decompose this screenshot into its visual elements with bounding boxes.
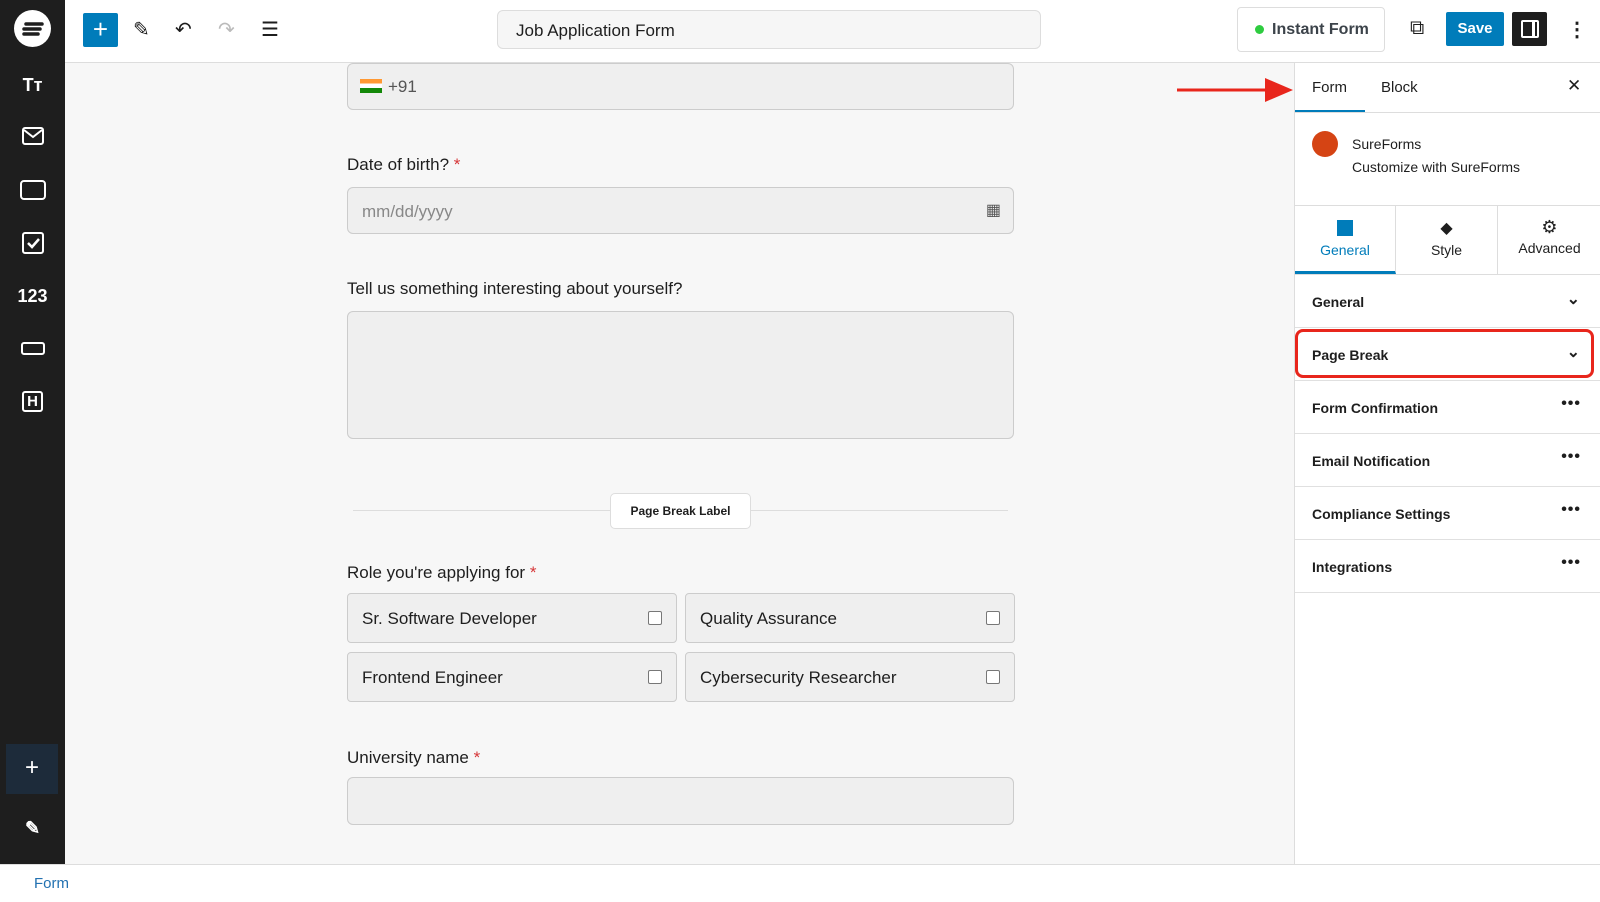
section-email-notification[interactable]: Email Notification ••• xyxy=(1295,434,1600,487)
email-field-icon[interactable] xyxy=(0,127,65,150)
form-canvas: +91 Date of birth? * mm/dd/yyyy ▦ Tell us… xyxy=(65,63,1294,864)
external-link-icon[interactable]: ⧉ xyxy=(1410,17,1424,40)
pencil-tools-icon[interactable]: ✎ xyxy=(133,17,150,42)
role-option[interactable]: Sr. Software Developer xyxy=(347,593,677,643)
document-overview-icon[interactable]: ☰ xyxy=(261,17,279,42)
breadcrumb-form[interactable]: Form xyxy=(34,875,69,892)
calendar-icon[interactable]: ▦ xyxy=(986,200,1001,220)
settings-subtabs: General ◆ Style ⚙ Advanced xyxy=(1295,205,1600,275)
university-field[interactable] xyxy=(347,777,1014,825)
checkbox[interactable] xyxy=(648,611,662,625)
settings-panel-toggle-icon[interactable] xyxy=(1512,12,1547,46)
role-option[interactable]: Frontend Engineer xyxy=(347,652,677,702)
university-label: University name * xyxy=(347,748,481,767)
section-integrations[interactable]: Integrations ••• xyxy=(1295,540,1600,593)
tab-block[interactable]: Block xyxy=(1381,79,1418,96)
close-icon[interactable]: ✕ xyxy=(1567,76,1581,96)
paint-bucket-icon: ◆ xyxy=(1440,220,1453,237)
highlight-annotation xyxy=(1295,329,1594,378)
about-label: Tell us something interesting about your… xyxy=(347,279,683,298)
instant-form-button[interactable]: Instant Form xyxy=(1237,7,1385,52)
number-field-icon[interactable]: 123 xyxy=(0,286,65,307)
checkbox-field-icon[interactable] xyxy=(0,232,65,259)
subtab-general[interactable]: General xyxy=(1295,206,1396,274)
undo-icon[interactable]: ↶ xyxy=(175,17,192,42)
text-field-icon[interactable]: Tт xyxy=(0,75,65,96)
gear-icon: ⚙ xyxy=(1541,217,1558,237)
phone-prefix: +91 xyxy=(388,77,417,96)
add-block-button[interactable]: + xyxy=(6,744,58,794)
active-tab-indicator xyxy=(1295,110,1365,112)
add-block-toggle-button[interactable]: + xyxy=(83,13,118,47)
section-form-confirmation[interactable]: Form Confirmation ••• xyxy=(1295,381,1600,434)
india-flag-icon xyxy=(360,79,382,93)
more-icon: ••• xyxy=(1561,448,1581,465)
phone-field[interactable]: +91 xyxy=(347,63,1014,110)
section-compliance-settings[interactable]: Compliance Settings ••• xyxy=(1295,487,1600,540)
status-bar: Form xyxy=(0,864,1600,902)
red-arrow-annotation xyxy=(1177,78,1293,102)
dob-placeholder: mm/dd/yyyy xyxy=(362,202,453,221)
general-icon xyxy=(1337,220,1353,236)
section-page-break[interactable]: Page Break ⌄ xyxy=(1295,328,1600,381)
more-options-icon[interactable]: ⋮ xyxy=(1567,17,1587,42)
plugin-desc: Customize with SureForms xyxy=(1352,159,1521,175)
chevron-down-icon: ⌄ xyxy=(1566,291,1581,308)
status-dot-icon xyxy=(1255,25,1264,34)
subtab-advanced[interactable]: ⚙ Advanced xyxy=(1498,206,1600,274)
block-inserter-sidebar: Tт 123 H + ✎ xyxy=(0,0,65,864)
section-general[interactable]: General ⌄ xyxy=(1295,275,1600,328)
checkbox[interactable] xyxy=(986,670,1000,684)
checkbox[interactable] xyxy=(986,611,1000,625)
more-icon: ••• xyxy=(1561,554,1581,571)
settings-sidebar: Form Block ✕ SureForms Customize with Su… xyxy=(1294,63,1600,864)
checkbox[interactable] xyxy=(648,670,662,684)
edit-icon[interactable]: ✎ xyxy=(0,818,65,839)
heading-field-icon[interactable]: H xyxy=(0,390,65,412)
form-title-field[interactable]: Job Application Form xyxy=(497,10,1041,49)
sureforms-brand-icon xyxy=(1312,131,1338,157)
more-icon: ••• xyxy=(1561,395,1581,412)
more-icon: ••• xyxy=(1561,501,1581,518)
dob-label: Date of birth? * xyxy=(347,155,461,174)
role-option[interactable]: Quality Assurance xyxy=(685,593,1015,643)
page-break-label[interactable]: Page Break Label xyxy=(610,493,751,529)
sureforms-logo-icon[interactable] xyxy=(14,10,51,47)
role-label: Role you're applying for * xyxy=(347,563,537,582)
editor-toolbar: + ✎ ↶ ↷ ☰ Job Application Form Instant F… xyxy=(65,0,1600,63)
dropdown-field-icon[interactable] xyxy=(0,340,65,361)
role-option[interactable]: Cybersecurity Researcher xyxy=(685,652,1015,702)
about-textarea[interactable] xyxy=(347,311,1014,439)
subtab-style[interactable]: ◆ Style xyxy=(1396,206,1498,274)
plugin-name: SureForms xyxy=(1352,136,1422,152)
tab-form[interactable]: Form xyxy=(1312,79,1347,96)
dob-field[interactable]: mm/dd/yyyy ▦ xyxy=(347,187,1014,234)
redo-icon[interactable]: ↷ xyxy=(218,17,235,42)
sidebar-tabs: Form Block ✕ xyxy=(1295,63,1600,113)
instant-form-label: Instant Form xyxy=(1272,21,1369,38)
textarea-field-icon[interactable] xyxy=(0,180,65,205)
save-button[interactable]: Save xyxy=(1446,12,1504,46)
